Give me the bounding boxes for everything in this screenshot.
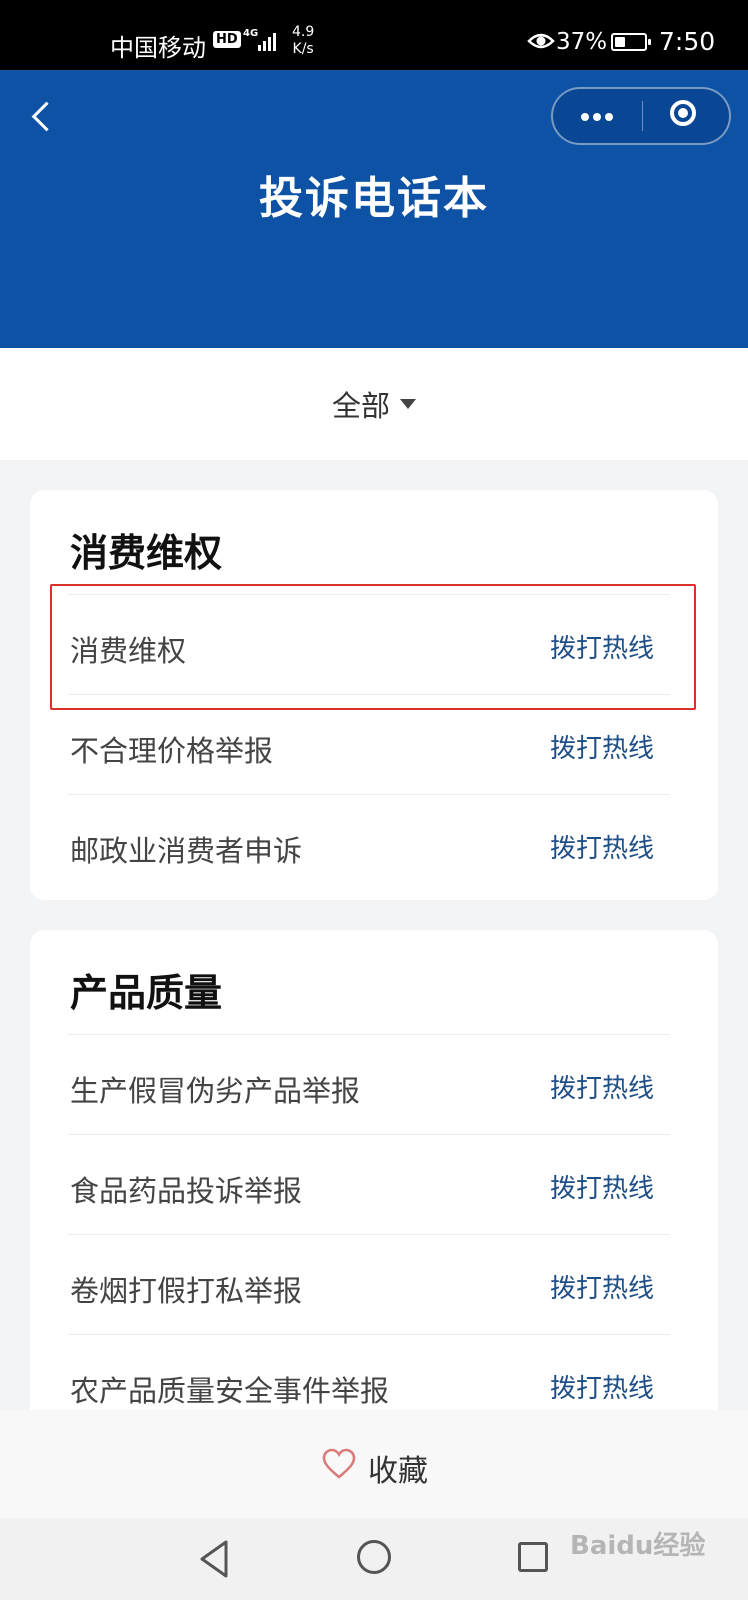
speed-value: 4.9 bbox=[292, 24, 315, 40]
list-item-label: 食品药品投诉举报 bbox=[70, 1174, 303, 1208]
call-hotline-button[interactable]: 拨打热线 bbox=[550, 1368, 654, 1405]
list-item: 卷烟打假打私举报 拨打热线 bbox=[68, 1234, 670, 1334]
call-hotline-button[interactable]: 拨打热线 bbox=[550, 728, 654, 765]
signal-icon bbox=[258, 29, 280, 51]
heart-icon bbox=[322, 1448, 356, 1479]
eye-icon bbox=[527, 33, 555, 49]
triangle-back-icon[interactable] bbox=[190, 1536, 240, 1582]
circle-home-icon[interactable] bbox=[357, 1540, 391, 1574]
category-filter-dropdown[interactable]: 全部 bbox=[0, 348, 748, 460]
section-title: 产品质量 bbox=[70, 971, 223, 1015]
network-speed: 4.9 K/s bbox=[292, 24, 314, 58]
page-header: 投诉电话本 bbox=[0, 70, 748, 348]
favorite-label: 收藏 bbox=[368, 1454, 428, 1489]
battery-icon bbox=[611, 33, 651, 51]
network-type: 4G bbox=[243, 28, 259, 39]
favorite-bar: 收藏 bbox=[0, 1410, 748, 1518]
carrier-name: 中国移动 bbox=[110, 34, 206, 62]
page-title: 投诉电话本 bbox=[259, 173, 489, 224]
filter-bar: 全部 bbox=[0, 348, 748, 460]
call-hotline-button[interactable]: 拨打热线 bbox=[550, 1068, 654, 1105]
list-item: 生产假冒伪劣产品举报 拨打热线 bbox=[68, 1034, 670, 1134]
list-item-label: 卷烟打假打私举报 bbox=[70, 1274, 303, 1308]
square-recent-icon[interactable] bbox=[518, 1542, 548, 1572]
favorite-button[interactable]: 收藏 bbox=[318, 1434, 438, 1494]
back-button[interactable] bbox=[22, 94, 62, 140]
list-item: 邮政业消费者申诉 拨打热线 bbox=[68, 794, 670, 894]
section-card-product-quality: 产品质量 生产假冒伪劣产品举报 拨打热线 食品药品投诉举报 拨打热线 卷烟打假打… bbox=[30, 930, 718, 1450]
target-close-icon[interactable] bbox=[643, 89, 731, 143]
more-dots-icon[interactable] bbox=[553, 89, 641, 143]
hd-badge: HD bbox=[213, 31, 241, 48]
clock: 7:50 bbox=[659, 27, 716, 56]
filter-selected-label: 全部 bbox=[331, 389, 390, 423]
speed-unit: K/s bbox=[292, 41, 314, 57]
call-hotline-button[interactable]: 拨打热线 bbox=[550, 1268, 654, 1305]
watermark: Baidu经验 bbox=[570, 1531, 706, 1561]
list-item-label: 农产品质量安全事件举报 bbox=[70, 1374, 390, 1408]
call-hotline-button[interactable]: 拨打热线 bbox=[550, 1168, 654, 1205]
call-hotline-button[interactable]: 拨打热线 bbox=[550, 828, 654, 865]
list-item-label: 邮政业消费者申诉 bbox=[70, 834, 303, 868]
battery-level bbox=[615, 37, 626, 47]
caret-down-icon bbox=[400, 399, 416, 409]
status-bar: 中国移动 HD 4G 4.9 K/s 37% 7:50 bbox=[0, 0, 748, 70]
list-item-label: 生产假冒伪劣产品举报 bbox=[70, 1074, 361, 1108]
battery-percent: 37% bbox=[556, 29, 608, 55]
mini-program-capsule bbox=[551, 87, 731, 145]
section-title: 消费维权 bbox=[70, 531, 223, 575]
list-item-label: 不合理价格举报 bbox=[70, 734, 274, 768]
highlight-annotation-box bbox=[50, 584, 696, 710]
list-item: 食品药品投诉举报 拨打热线 bbox=[68, 1134, 670, 1234]
